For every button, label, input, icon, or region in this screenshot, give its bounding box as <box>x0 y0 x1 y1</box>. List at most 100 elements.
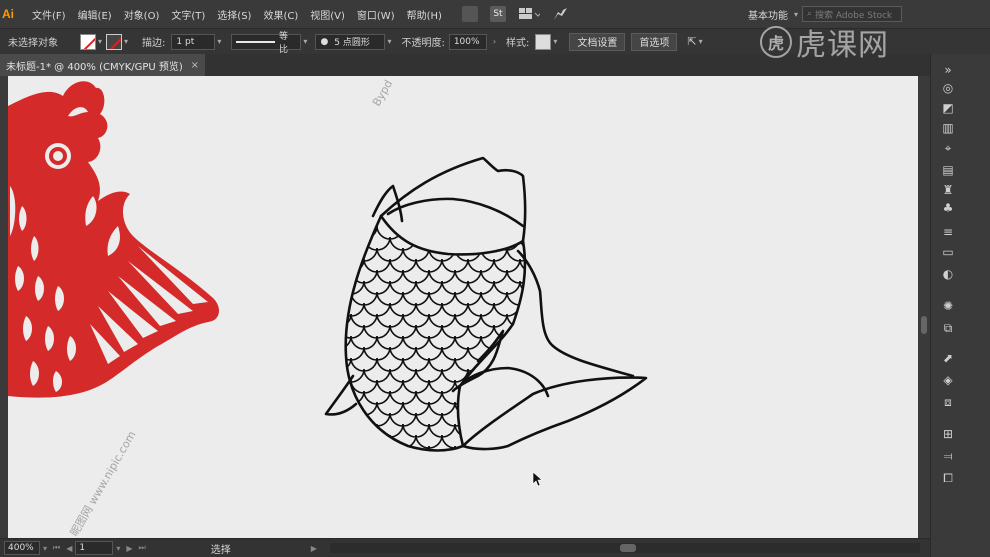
chevron-down-icon[interactable]: ▾ <box>124 37 128 46</box>
links-icon[interactable]: ⧉ <box>940 320 956 336</box>
preferences-button[interactable]: 首选项 <box>631 32 678 51</box>
next-artboard-icon[interactable]: ▶ <box>126 544 132 553</box>
stroke-weight-field[interactable]: 1 pt <box>171 33 216 50</box>
stock-search-input[interactable]: ⌕ 搜索 Adobe Stock <box>802 6 902 22</box>
gpu-performance-icon[interactable] <box>552 6 568 22</box>
koi-scale <box>428 225 456 240</box>
appearance-icon[interactable]: ✺ <box>940 298 956 314</box>
koi-belly-fin <box>451 329 505 393</box>
menu-type[interactable]: 文字(T) <box>165 0 211 28</box>
stroke-swatch[interactable] <box>106 33 123 50</box>
symbols-icon[interactable]: ♜ <box>940 182 956 198</box>
last-artboard-icon[interactable]: ⏭ <box>139 543 146 553</box>
koi-line-art[interactable] <box>8 76 918 538</box>
chevron-down-icon[interactable]: ▾ <box>303 37 307 46</box>
koi-scale <box>350 445 378 451</box>
chevron-down-icon[interactable]: ▾ <box>116 544 120 553</box>
koi-scale <box>533 292 559 305</box>
koi-scale <box>480 423 508 438</box>
koi-scale <box>533 358 559 371</box>
menu-window[interactable]: 窗口(W) <box>351 0 401 28</box>
chevron-down-icon[interactable]: ▾ <box>553 37 557 46</box>
pathfinder-icon[interactable]: ⧠ <box>940 470 956 486</box>
stroke-icon[interactable]: ≡ <box>940 224 956 240</box>
chevron-right-icon[interactable]: › <box>493 37 496 46</box>
document-tab-title: 未标题-1* @ 400% (CMYK/GPU 预览) <box>6 61 183 73</box>
koi-gill-line <box>386 197 525 228</box>
align-panel-icon[interactable]: ⫤ <box>940 448 956 464</box>
menu-effect[interactable]: 效果(C) <box>257 0 304 28</box>
menu-edit[interactable]: 编辑(E) <box>72 0 118 28</box>
color-guide-icon[interactable]: ◎ <box>940 80 956 96</box>
first-artboard-icon[interactable]: ⏮ <box>53 543 60 553</box>
menu-file[interactable]: 文件(F) <box>26 0 72 28</box>
vertical-scroll-thumb[interactable] <box>921 316 927 334</box>
brushes-icon[interactable]: ▤ <box>940 162 956 178</box>
arrange-documents-icon[interactable] <box>518 6 542 22</box>
document-setup-button[interactable]: 文档设置 <box>569 32 626 51</box>
koi-scale <box>345 269 352 284</box>
brush-definition[interactable]: ● 5 点圆形 <box>315 33 386 50</box>
selection-status: 未选择对象 <box>8 38 58 49</box>
horizontal-scroll-thumb[interactable] <box>620 544 636 552</box>
style-label: 样式: <box>506 38 530 49</box>
menu-object[interactable]: 对象(O) <box>118 0 166 28</box>
graphic-style-swatch[interactable] <box>535 33 552 50</box>
workspace-switcher[interactable]: 基本功能 <box>748 7 788 22</box>
align-icon[interactable]: ⇱ <box>687 35 696 48</box>
collapse-panels-icon[interactable]: » <box>940 62 956 78</box>
chevron-down-icon[interactable]: ▾ <box>98 37 102 46</box>
graphic-styles-icon[interactable]: ♣ <box>940 200 956 216</box>
zoom-field[interactable]: 400% <box>4 541 40 555</box>
app-logo: Ai <box>2 7 14 21</box>
chevron-down-icon[interactable]: ▾ <box>387 37 391 46</box>
menu-help[interactable]: 帮助(H) <box>401 0 448 28</box>
panel-dock: » ◎ ◩ ▥ ⌖ ▤ ♜ ♣ ≡ ▭ ◐ ✺ ⧉ ⬈ ◈ ⧈ ⊞ ⫤ ⧠ <box>930 54 990 557</box>
koi-scale <box>493 390 521 405</box>
koi-scale <box>345 291 352 306</box>
menu-view[interactable]: 视图(V) <box>304 0 351 28</box>
koi-scale <box>345 236 365 251</box>
chevron-down-icon[interactable]: ▾ <box>794 10 798 19</box>
chevron-down-icon[interactable]: ▾ <box>43 544 47 553</box>
koi-scale <box>494 457 520 470</box>
chevron-down-icon[interactable]: ▾ <box>217 37 221 46</box>
stroke-label: 描边: <box>142 38 166 49</box>
stock-icon[interactable]: St <box>489 6 506 22</box>
koi-scale <box>506 445 525 451</box>
koi-scale <box>345 445 352 451</box>
image-trace-icon[interactable]: ⌖ <box>940 140 956 156</box>
transparency-icon[interactable]: ◐ <box>940 266 956 282</box>
artboard-number-field[interactable]: 1 <box>75 541 114 555</box>
layers-icon[interactable]: ◈ <box>940 372 956 388</box>
koi-scale <box>533 314 559 327</box>
koi-scale <box>519 412 525 427</box>
color-icon[interactable]: ◩ <box>940 100 956 116</box>
document-tab[interactable]: 未标题-1* @ 400% (CMYK/GPU 预览) × <box>0 54 205 76</box>
brush-label: 5 点圆形 <box>334 38 370 48</box>
koi-scale <box>364 457 390 470</box>
horizontal-scrollbar[interactable] <box>330 543 920 553</box>
profile-label: 等比 <box>279 31 289 55</box>
gradient-icon[interactable]: ▭ <box>940 244 956 260</box>
vertical-scrollbar[interactable] <box>918 76 930 538</box>
koi-scale <box>390 457 416 470</box>
status-menu-icon[interactable]: ▶ <box>311 544 317 553</box>
koi-scale <box>519 324 525 339</box>
variable-width-profile[interactable]: 等比 <box>231 32 302 55</box>
fill-swatch[interactable] <box>80 33 96 50</box>
opacity-field[interactable]: 100% <box>448 33 487 50</box>
close-icon[interactable]: × <box>191 60 199 71</box>
swatches-icon[interactable]: ▥ <box>940 120 956 136</box>
export-icon[interactable]: ⬈ <box>940 350 956 366</box>
chevron-down-icon[interactable]: ▾ <box>699 37 703 46</box>
menu-select[interactable]: 选择(S) <box>211 0 257 28</box>
artboards-icon[interactable]: ⧈ <box>940 394 956 410</box>
document-tab-bar: 未标题-1* @ 400% (CMYK/GPU 预览) × <box>0 54 930 76</box>
transform-icon[interactable]: ⊞ <box>940 426 956 442</box>
koi-scale <box>345 434 365 449</box>
artboard-canvas[interactable]: Bypd 昵图网 www.nipic.com <box>8 76 918 538</box>
koi-scale <box>533 226 559 239</box>
previous-artboard-icon[interactable]: ◀ <box>66 544 72 553</box>
bridge-icon[interactable] <box>461 6 478 22</box>
